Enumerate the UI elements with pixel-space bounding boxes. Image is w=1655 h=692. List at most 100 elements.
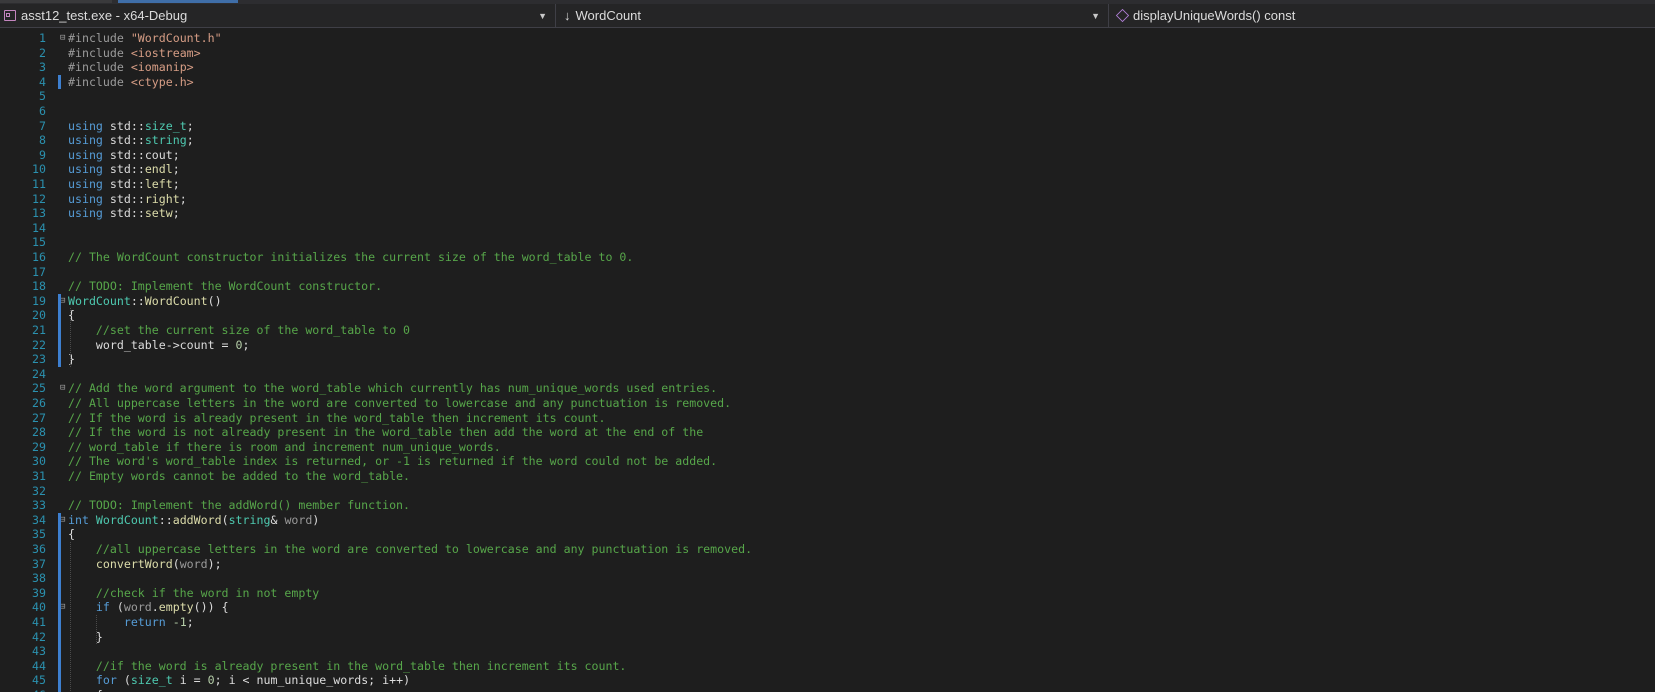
code-text: word_table->count = 0; [68, 338, 250, 353]
code-line[interactable]: 17 [0, 265, 1655, 280]
code-token: addWord [172, 512, 222, 527]
code-token: #include [68, 31, 131, 45]
fold-toggle-icon[interactable]: ⊟ [60, 296, 69, 306]
code-token: #include [68, 60, 131, 75]
code-line[interactable]: 2 #include <iostream> [0, 46, 1655, 61]
code-token: using [68, 118, 110, 133]
line-number: 6 [39, 104, 46, 118]
scope-label: WordCount [575, 8, 642, 23]
code-line[interactable]: 10 using std::endl; [0, 162, 1655, 177]
code-text: using std::left; [68, 177, 180, 192]
code-line[interactable]: 16 // The WordCount constructor initializ… [0, 250, 1655, 265]
code-token: <ctype.h> [130, 74, 194, 89]
code-line[interactable]: 6 [0, 104, 1655, 119]
line-number: 32 [32, 483, 46, 498]
code-line[interactable]: 7 using std::size_t; [0, 119, 1655, 134]
code-line[interactable]: 41 return -1; [0, 615, 1655, 630]
active-document-tab[interactable] [118, 0, 238, 3]
code-editor[interactable]: 1 #include "WordCount.h" 2 #include <iostre… [0, 28, 1655, 692]
fold-toggle-icon[interactable]: ⊟ [60, 34, 69, 43]
code-token: ; [172, 177, 180, 191]
fold-toggle-icon[interactable]: ⊟ [60, 384, 69, 393]
code-token: ; [179, 191, 187, 206]
line-number: 17 [32, 264, 46, 279]
code-token: std [109, 191, 131, 206]
code-token: 0 [235, 337, 243, 352]
code-line[interactable]: 33 // TODO: Implement the addWord() membe… [0, 498, 1655, 513]
line-number: 9 [39, 147, 46, 162]
code-line[interactable]: 34 int WordCount::addWord(string& word) [0, 513, 1655, 528]
code-line[interactable]: 15 [0, 235, 1655, 250]
code-line[interactable]: 24 [0, 367, 1655, 382]
line-number: 42 [32, 629, 46, 644]
code-line[interactable]: 46 { [0, 688, 1655, 692]
line-number: 37 [32, 556, 46, 571]
code-line[interactable]: 39 //check if the word in not empty [0, 586, 1655, 601]
code-line[interactable]: 1 #include "WordCount.h" [0, 31, 1655, 46]
code-token: // If the word is not already present in… [68, 425, 704, 440]
code-token: ; [242, 337, 250, 352]
code-line[interactable]: 3 #include <iomanip> [0, 60, 1655, 75]
code-line[interactable]: 38 [0, 571, 1655, 586]
code-text: using std::right; [68, 192, 187, 207]
line-number: 36 [32, 542, 46, 556]
code-line[interactable]: 37 convertWord(word); [0, 557, 1655, 572]
code-line[interactable]: 5 [0, 89, 1655, 104]
code-line[interactable]: 9 using std::cout; [0, 148, 1655, 163]
code-token: ( [123, 673, 131, 688]
line-number: 21 [32, 323, 46, 337]
code-token: & [270, 512, 285, 527]
code-token: // The word's word_table index is return… [68, 454, 718, 469]
code-token: std [109, 162, 131, 177]
line-number: 35 [32, 527, 46, 542]
code-line[interactable]: 25 // Add the word argument to the word_t… [0, 381, 1655, 396]
line-number: 1 [39, 31, 46, 45]
fold-toggle-icon[interactable]: ⊟ [60, 515, 69, 525]
line-number: 15 [32, 235, 46, 250]
code-line[interactable]: 28 // If the word is not already present … [0, 425, 1655, 440]
code-line[interactable]: 14 [0, 221, 1655, 236]
code-line[interactable]: 11 using std::left; [0, 177, 1655, 192]
scope-dropdown[interactable]: ↓ WordCount ▼ [556, 4, 1109, 27]
code-text: using std::string; [68, 133, 194, 148]
method-cube-icon [1115, 8, 1130, 23]
code-line[interactable]: 29 // word_table if there is room and inc… [0, 440, 1655, 455]
code-line[interactable]: 27 // If the word is already present in t… [0, 411, 1655, 426]
document-tab[interactable] [0, 0, 112, 3]
fold-toggle-icon[interactable]: ⊟ [60, 603, 69, 612]
code-line[interactable]: 44 //if the word is already present in t… [0, 659, 1655, 674]
code-line[interactable]: 13 using std::setw; [0, 206, 1655, 221]
code-line[interactable]: 35 { [0, 527, 1655, 542]
code-token: :: [130, 177, 145, 191]
code-line[interactable]: 26 // All uppercase letters in the word a… [0, 396, 1655, 411]
code-line[interactable]: 36 //all uppercase letters in the word a… [0, 542, 1655, 557]
line-number: 29 [32, 439, 46, 454]
project-dropdown[interactable]: asst12_test.exe - x64-Debug ▼ [0, 4, 556, 27]
code-line[interactable]: 22 word_table->count = 0; [0, 338, 1655, 353]
member-label: displayUniqueWords() const [1133, 8, 1296, 23]
code-line[interactable]: 45 for (size_t i = 0; i < num_unique_wor… [0, 673, 1655, 688]
code-line[interactable]: 40 if (word.empty()) { [0, 600, 1655, 615]
code-line[interactable]: 20{ [0, 308, 1655, 323]
code-line[interactable]: 43 [0, 644, 1655, 659]
code-line[interactable]: 4 #include <ctype.h> [0, 75, 1655, 90]
code-line[interactable]: 21 //set the current size of the word_ta… [0, 323, 1655, 338]
code-text: // If the word is not already present in… [68, 425, 703, 440]
code-line[interactable]: 8 using std::string; [0, 133, 1655, 148]
code-token: WordCount [144, 293, 208, 308]
indent-guide [70, 542, 71, 692]
code-line[interactable]: 42 } [0, 630, 1655, 645]
code-line[interactable]: 12 using std::right; [0, 192, 1655, 207]
member-dropdown[interactable]: displayUniqueWords() const [1109, 4, 1655, 27]
code-line[interactable]: 30 // The word's word_table index is retu… [0, 454, 1655, 469]
code-line[interactable]: 18 // TODO: Implement the WordCount const… [0, 279, 1655, 294]
code-line[interactable]: 31 // Empty words cannot be added to the … [0, 469, 1655, 484]
code-token: -1 [172, 615, 187, 629]
code-line[interactable]: 19 WordCount::WordCount() [0, 294, 1655, 309]
code-line[interactable]: 32 [0, 484, 1655, 499]
code-token: // TODO: Implement the WordCount constru… [68, 279, 383, 294]
code-line[interactable]: 23} [0, 352, 1655, 367]
